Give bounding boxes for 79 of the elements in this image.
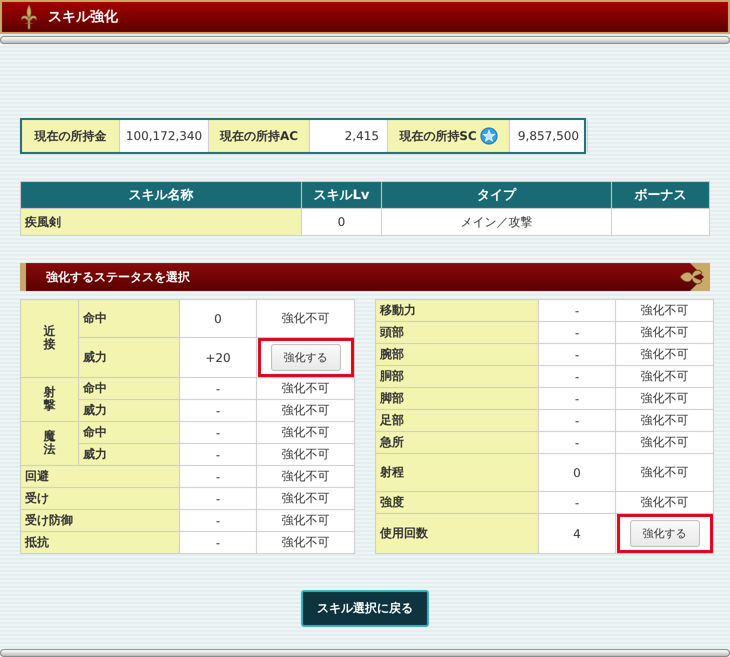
stat-label: 抵抗	[20, 532, 180, 554]
stat-value: -	[180, 510, 256, 532]
stat-label: 胴部	[376, 366, 538, 388]
enhance-button[interactable]: 強化する	[270, 344, 340, 371]
stat-value: -	[538, 300, 616, 322]
stat-label: 命中	[78, 378, 180, 400]
stat-value: -	[538, 492, 616, 514]
group-label: 魔法	[44, 430, 56, 457]
holding-label: 現在の所持AC	[209, 120, 310, 152]
stat-value: -	[538, 366, 616, 388]
stat-label: 脚部	[376, 388, 538, 410]
stat-label: 急所	[376, 432, 538, 454]
stat-value: -	[180, 444, 256, 466]
stat-label: 足部	[376, 410, 538, 432]
not-enhanceable-text: 強化不可	[640, 325, 688, 339]
stat-value: -	[538, 344, 616, 366]
stat-label: 強度	[376, 492, 538, 514]
stat-value: 0	[180, 300, 256, 338]
not-enhanceable-text: 強化不可	[640, 303, 688, 317]
not-enhanceable-text: 強化不可	[640, 369, 688, 383]
stat-label: 受け	[20, 488, 180, 510]
stat-value: -	[538, 432, 616, 454]
not-enhanceable-text: 強化不可	[282, 403, 330, 417]
window-title: スキル強化	[48, 8, 118, 26]
not-enhanceable-text: 強化不可	[282, 469, 330, 483]
column-header: スキルLv	[302, 182, 382, 208]
not-enhanceable-text: 強化不可	[640, 435, 688, 449]
stat-label: 威力	[78, 444, 180, 466]
fleur-de-lis-icon	[18, 3, 40, 31]
not-enhanceable-text: 強化不可	[640, 413, 688, 427]
stat-value: +20	[180, 338, 256, 378]
star-coin-icon	[480, 127, 498, 145]
not-enhanceable-text: 強化不可	[640, 495, 688, 509]
group-label: 近接	[44, 325, 56, 352]
stat-value: -	[180, 532, 256, 554]
not-enhanceable-text: 強化不可	[282, 311, 330, 325]
stat-value: 4	[538, 514, 616, 554]
not-enhanceable-text: 強化不可	[282, 491, 330, 505]
skill-type-cell: メイン／攻撃	[382, 208, 612, 236]
stat-value: -	[180, 422, 256, 444]
column-header: タイプ	[382, 182, 612, 208]
stat-label: 移動力	[376, 300, 538, 322]
not-enhanceable-text: 強化不可	[282, 535, 330, 549]
holding-value: 9,857,500	[510, 120, 588, 152]
skill-name-cell: 疾風剣	[20, 208, 302, 236]
section-title: 強化するステータスを選択	[46, 268, 190, 286]
stat-value: -	[538, 322, 616, 344]
not-enhanceable-text: 強化不可	[640, 347, 688, 361]
stat-value: 0	[538, 454, 616, 492]
stat-label: 受け防御	[20, 510, 180, 532]
stat-label: 腕部	[376, 344, 538, 366]
column-header: ボーナス	[612, 182, 710, 208]
not-enhanceable-text: 強化不可	[282, 447, 330, 461]
stat-label: 威力	[78, 338, 180, 378]
stat-label: 頭部	[376, 322, 538, 344]
stat-label: 使用回数	[376, 514, 538, 554]
stat-label: 命中	[78, 422, 180, 444]
stat-value: -	[538, 410, 616, 432]
not-enhanceable-text: 強化不可	[640, 465, 688, 479]
holding-label: 現在の所持SC	[388, 120, 510, 152]
column-header: スキル名称	[20, 182, 302, 208]
stat-label: 命中	[78, 300, 180, 338]
stat-label: 回避	[20, 466, 180, 488]
stat-value: -	[180, 400, 256, 422]
back-button[interactable]: スキル選択に戻る	[301, 590, 429, 627]
stat-label: 射程	[376, 454, 538, 492]
stat-value: -	[180, 378, 256, 400]
not-enhanceable-text: 強化不可	[282, 381, 330, 395]
holding-label: 現在の所持金	[22, 120, 120, 152]
not-enhanceable-text: 強化不可	[640, 391, 688, 405]
skill-level-cell: 0	[302, 208, 382, 236]
stat-value: -	[180, 466, 256, 488]
enhance-button[interactable]: 強化する	[630, 520, 700, 547]
not-enhanceable-text: 強化不可	[282, 513, 330, 527]
stat-value: -	[180, 488, 256, 510]
stat-value: -	[538, 388, 616, 410]
group-label: 射撃	[44, 386, 56, 413]
not-enhanceable-text: 強化不可	[282, 425, 330, 439]
stat-label: 威力	[78, 400, 180, 422]
